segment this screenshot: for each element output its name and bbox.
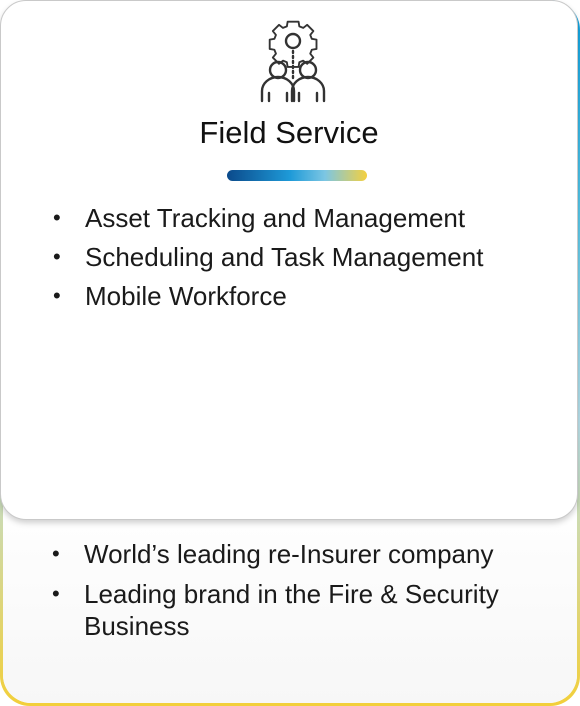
bullet-icon: •: [52, 581, 60, 606]
list-item: • Scheduling and Task Management: [51, 240, 483, 279]
list-item: • World’s leading re-Insurer company: [50, 538, 524, 570]
client-list: • World’s leading re-Insurer company • Lea…: [50, 538, 524, 650]
list-item: • Mobile Workforce: [51, 279, 483, 318]
list-item-label: Mobile Workforce: [85, 281, 287, 311]
bullet-icon: •: [53, 283, 61, 308]
accent-bar: [227, 170, 367, 181]
bullet-icon: •: [52, 541, 60, 566]
list-item-label: Asset Tracking and Management: [85, 203, 466, 233]
list-item-label: World’s leading re-Insurer company: [84, 539, 494, 569]
feature-list: • Asset Tracking and Management • Scheduli…: [51, 201, 483, 318]
list-item: • Leading brand in the Fire & Security Bu…: [50, 578, 524, 642]
bullet-icon: •: [53, 205, 61, 230]
service-card: Field Service • Asset Tracking and Manage…: [0, 0, 578, 520]
list-item-label: Leading brand in the Fire & Security Bus…: [84, 579, 499, 641]
bullet-icon: •: [53, 244, 61, 269]
card-title: Field Service: [199, 115, 379, 150]
list-item-label: Scheduling and Task Management: [85, 242, 484, 272]
list-item: • Asset Tracking and Management: [51, 201, 483, 240]
gear-team-icon: [248, 17, 338, 107]
